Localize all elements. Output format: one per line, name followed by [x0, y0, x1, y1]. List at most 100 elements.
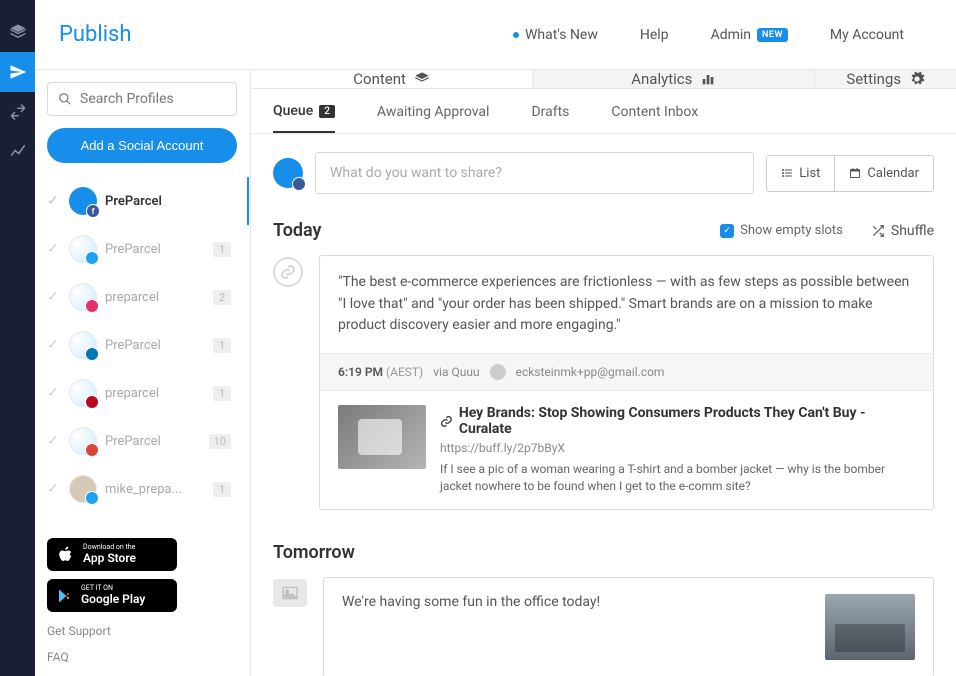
play-icon [57, 588, 73, 604]
list-icon [781, 167, 793, 179]
admin-link[interactable]: Admin NEW [711, 27, 788, 43]
check-icon: ✓ [47, 193, 61, 209]
tab-content-inbox[interactable]: Content Inbox [611, 103, 698, 133]
avatar [69, 331, 97, 359]
today-title: Today [273, 220, 322, 241]
link-description: If I see a pic of a woman wearing a T-sh… [440, 461, 915, 495]
link-url: https://buff.ly/2p7bByX [440, 441, 915, 455]
profile-preparcel-fb[interactable]: ✓ f PreParcel [47, 177, 237, 225]
tomorrow-header: Tomorrow [251, 534, 956, 577]
calendar-view-button[interactable]: Calendar [834, 156, 933, 191]
gear-icon [909, 71, 925, 87]
whats-new-dot-icon [513, 32, 519, 38]
facebook-icon: f [86, 204, 100, 218]
app-navbar [0, 0, 35, 676]
nav-analyze-icon[interactable] [0, 132, 35, 172]
facebook-icon [292, 177, 306, 191]
nav-stack-icon[interactable] [0, 12, 35, 52]
content-panel: Content Analytics Settings Queue [250, 70, 956, 676]
nav-reply-icon[interactable] [0, 92, 35, 132]
today-header: Today ✓ Show empty slots Shuffle [251, 212, 956, 255]
tab-awaiting-approval[interactable]: Awaiting Approval [377, 103, 490, 133]
sidebar: Search Profiles Add a Social Account ✓ f… [35, 70, 250, 676]
apple-icon [57, 546, 75, 564]
post-card[interactable]: We're having some fun in the office toda… [323, 577, 934, 676]
queue-count-badge: 2 [319, 105, 335, 118]
avatar [69, 475, 97, 503]
composer-row: What do you want to share? List Calendar [251, 134, 956, 212]
check-icon: ✓ [47, 481, 61, 497]
view-toggle: List Calendar [766, 155, 934, 192]
check-icon: ✓ [47, 289, 61, 305]
linkedin-icon [85, 347, 99, 361]
queue-post-1: "The best e-commerce experiences are fri… [251, 255, 956, 534]
list-view-button[interactable]: List [767, 156, 834, 191]
profile-mike-tw[interactable]: ✓ mike_prepa... 1 [47, 465, 237, 513]
link-preview: Hey Brands: Stop Showing Consumers Produ… [320, 390, 933, 509]
nav-publish-icon[interactable] [0, 52, 35, 92]
profile-preparcel-tw[interactable]: ✓ PreParcel 1 [47, 225, 237, 273]
post-image-thumbnail [825, 594, 915, 660]
profile-preparcel-ig[interactable]: ✓ preparcel 2 [47, 273, 237, 321]
composer-avatar [273, 158, 303, 188]
show-empty-slots-toggle[interactable]: ✓ Show empty slots [720, 223, 843, 238]
post-author-email: ecksteinmk+pp@gmail.com [516, 365, 665, 379]
profile-preparcel-pi[interactable]: ✓ preparcel 1 [47, 369, 237, 417]
new-badge: NEW [757, 28, 788, 42]
image-type-icon [273, 579, 307, 607]
search-profiles-input[interactable]: Search Profiles [47, 82, 237, 116]
search-icon [58, 92, 72, 106]
add-social-account-button[interactable]: Add a Social Account [47, 128, 237, 163]
faq-link[interactable]: FAQ [47, 650, 237, 664]
post-card[interactable]: "The best e-commerce experiences are fri… [319, 255, 934, 510]
shuffle-button[interactable]: Shuffle [871, 223, 934, 239]
header: Publish What's New Help Admin NEW My Acc… [35, 0, 956, 70]
secondary-tabs: Queue 2 Awaiting Approval Drafts Content… [251, 89, 956, 134]
layers-icon [414, 71, 430, 87]
composer-input[interactable]: What do you want to share? [315, 152, 754, 194]
avatar [69, 235, 97, 263]
help-link[interactable]: Help [640, 27, 669, 43]
tab-content[interactable]: Content [251, 70, 532, 88]
calendar-icon [849, 167, 861, 179]
profile-preparcel-li[interactable]: ✓ PreParcel 1 [47, 321, 237, 369]
link-thumbnail [338, 405, 426, 469]
avatar: f [69, 187, 97, 215]
primary-tabs: Content Analytics Settings [251, 70, 956, 89]
queue-post-2: We're having some fun in the office toda… [251, 577, 956, 676]
checkbox-checked-icon: ✓ [720, 224, 734, 238]
post-text: We're having some fun in the office toda… [342, 594, 811, 610]
tab-analytics[interactable]: Analytics [532, 70, 814, 88]
app-store-button[interactable]: Download on theApp Store [47, 538, 177, 571]
instagram-icon [85, 299, 99, 313]
whats-new-link[interactable]: What's New [513, 27, 598, 43]
twitter-icon [85, 491, 99, 505]
avatar [69, 283, 97, 311]
googleplus-icon [85, 443, 99, 457]
brand-title: Publish [59, 22, 132, 47]
tab-drafts[interactable]: Drafts [531, 103, 569, 133]
post-meta: 6:19 PM (AEST) via Quuu ecksteinmk+pp@gm… [320, 353, 933, 390]
shuffle-icon [871, 224, 885, 238]
get-support-link[interactable]: Get Support [47, 624, 237, 638]
google-play-button[interactable]: GET IT ONGoogle Play [47, 579, 177, 612]
bars-icon [700, 71, 716, 87]
tomorrow-title: Tomorrow [273, 542, 355, 563]
twitter-icon [85, 251, 99, 265]
post-text: "The best e-commerce experiences are fri… [320, 256, 933, 353]
check-icon: ✓ [47, 241, 61, 257]
check-icon: ✓ [47, 433, 61, 449]
link-icon [440, 415, 453, 428]
profile-list: ✓ f PreParcel ✓ PreParcel 1 ✓ preparcel [47, 177, 237, 513]
tab-settings[interactable]: Settings [814, 70, 956, 88]
pinterest-icon [85, 395, 99, 409]
profile-preparcel-gp[interactable]: ✓ PreParcel 10 [47, 417, 237, 465]
tab-queue[interactable]: Queue 2 [273, 103, 335, 133]
link-title: Hey Brands: Stop Showing Consumers Produ… [440, 405, 915, 437]
via-source: via Quuu [433, 365, 479, 379]
check-icon: ✓ [47, 385, 61, 401]
my-account-link[interactable]: My Account [830, 27, 904, 43]
avatar [69, 427, 97, 455]
check-icon: ✓ [47, 337, 61, 353]
avatar [69, 379, 97, 407]
